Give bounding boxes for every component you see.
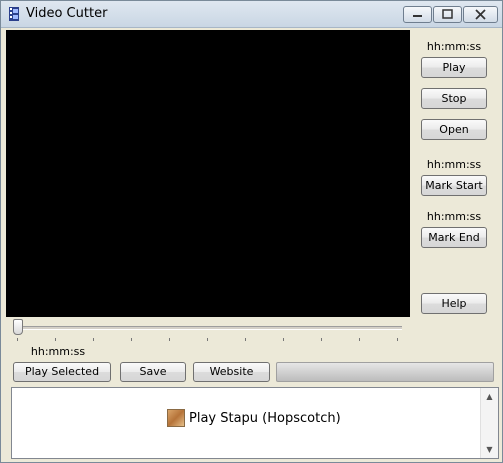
scroll-up-icon[interactable]: ▲ xyxy=(481,388,498,405)
mark-start-time-label: hh:mm:ss xyxy=(426,158,482,171)
maximize-button[interactable] xyxy=(433,6,462,23)
video-cutter-window: Video Cutter hh:mm:ss Play Stop Open hh:… xyxy=(0,0,503,463)
window-title: Video Cutter xyxy=(26,6,108,21)
selection-time-label: hh:mm:ss xyxy=(30,345,86,358)
open-button[interactable]: Open xyxy=(421,119,487,140)
film-icon xyxy=(7,7,21,21)
seek-thumb[interactable] xyxy=(13,319,23,335)
seek-tick xyxy=(131,338,132,341)
seek-slider[interactable] xyxy=(6,317,410,343)
list-item-label: Play Stapu (Hopscotch) xyxy=(189,410,341,426)
save-button[interactable]: Save xyxy=(120,362,186,382)
seek-tick xyxy=(207,338,208,341)
help-button[interactable]: Help xyxy=(421,293,487,314)
maximize-icon xyxy=(442,9,453,19)
close-button[interactable] xyxy=(463,6,498,23)
seek-tick xyxy=(17,338,18,341)
website-button[interactable]: Website xyxy=(193,362,270,382)
play-button[interactable]: Play xyxy=(421,57,487,78)
file-list[interactable]: Play Stapu (Hopscotch) ▲ ▼ xyxy=(11,387,499,459)
stop-button[interactable]: Stop xyxy=(421,88,487,109)
video-display xyxy=(6,30,410,317)
seek-tick xyxy=(321,338,322,341)
seek-track[interactable] xyxy=(14,326,402,330)
video-thumbnail-icon xyxy=(167,409,185,427)
mark-start-button[interactable]: Mark Start xyxy=(421,175,487,196)
mark-end-time-label: hh:mm:ss xyxy=(426,210,482,223)
close-icon xyxy=(475,9,486,20)
list-item[interactable]: Play Stapu (Hopscotch) xyxy=(167,408,341,428)
seek-tick xyxy=(397,338,398,341)
seek-tick xyxy=(359,338,360,341)
seek-tick xyxy=(93,338,94,341)
minimize-button[interactable] xyxy=(403,6,432,23)
seek-tick xyxy=(245,338,246,341)
scroll-down-icon[interactable]: ▼ xyxy=(481,441,498,458)
list-scrollbar[interactable]: ▲ ▼ xyxy=(480,388,498,458)
progress-bar xyxy=(276,362,494,382)
minimize-icon xyxy=(413,15,422,17)
seek-tick xyxy=(169,338,170,341)
play-selected-button[interactable]: Play Selected xyxy=(13,362,111,382)
seek-tick xyxy=(55,338,56,341)
seek-tick xyxy=(283,338,284,341)
title-bar[interactable]: Video Cutter xyxy=(1,1,502,28)
mark-end-button[interactable]: Mark End xyxy=(421,227,487,248)
position-time-label: hh:mm:ss xyxy=(426,40,482,53)
